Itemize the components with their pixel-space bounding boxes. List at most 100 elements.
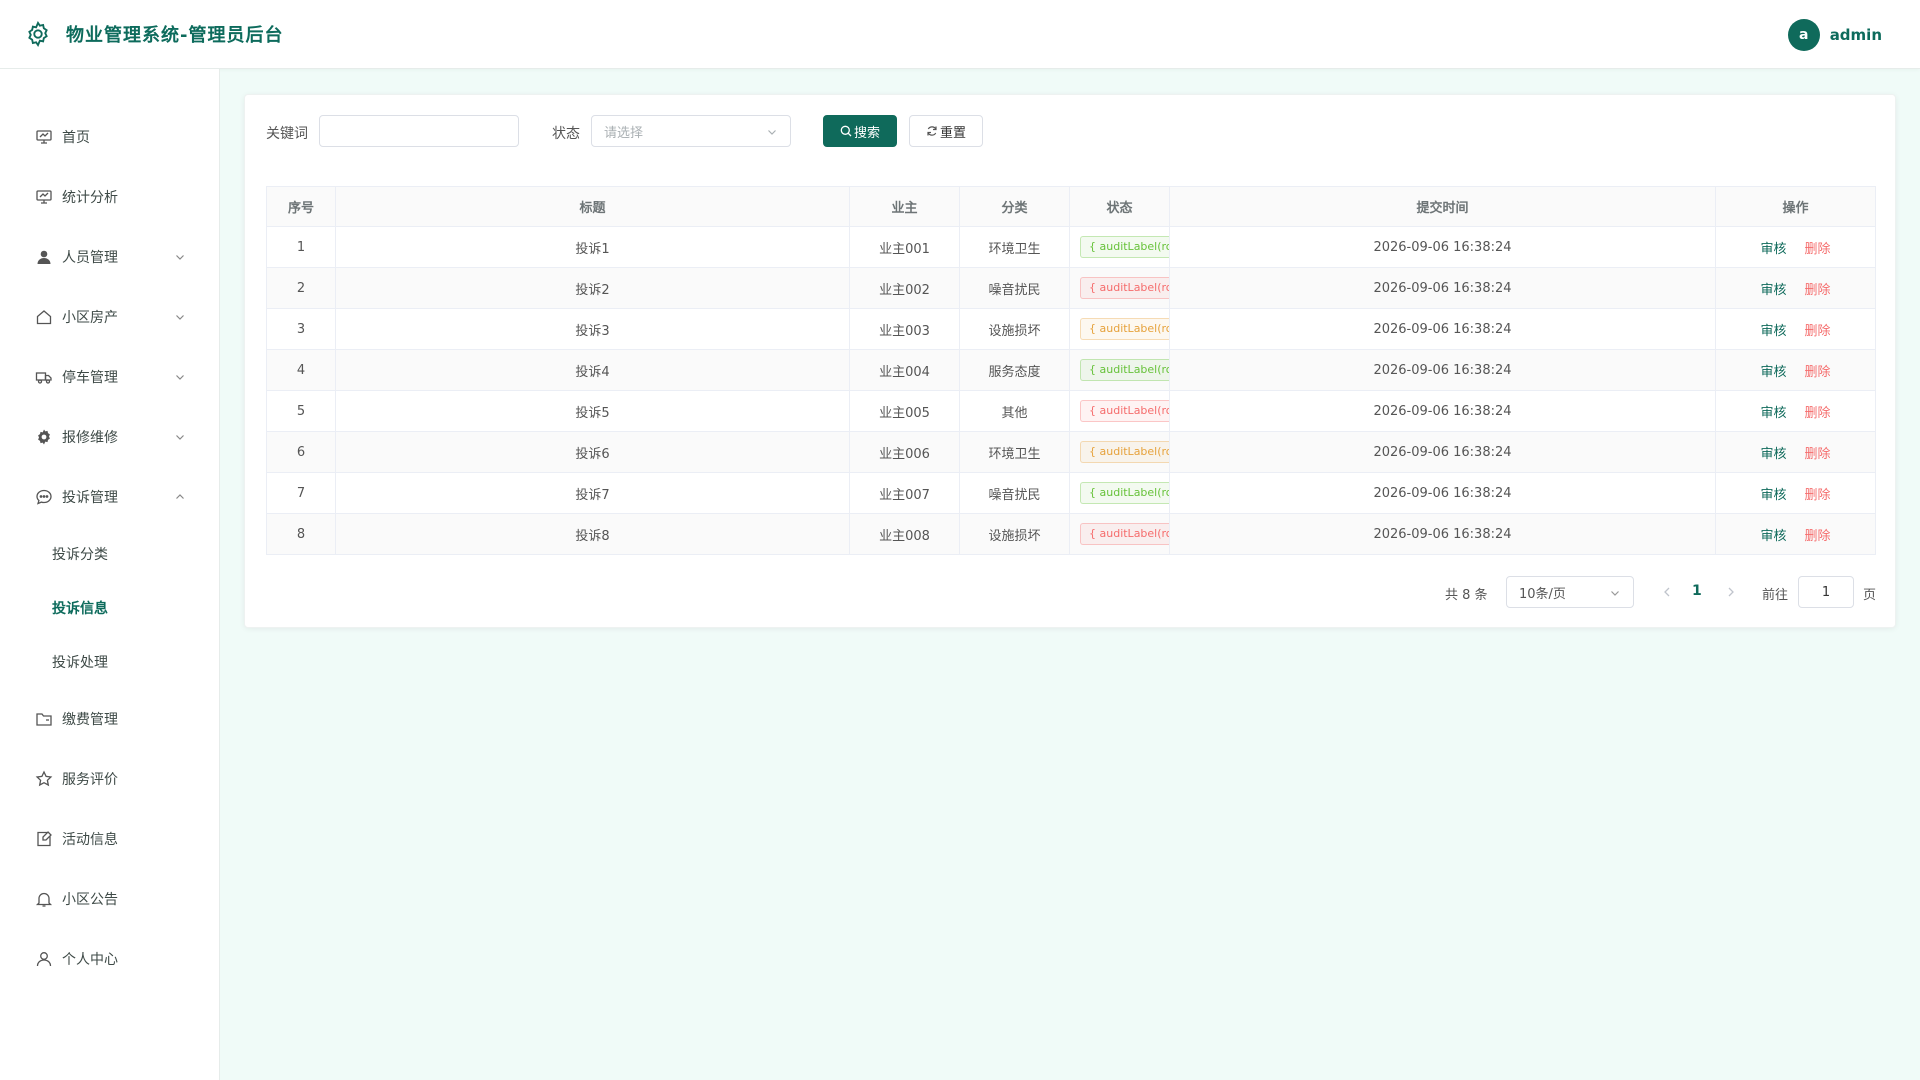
cell-status: { auditLabel(row [1069, 472, 1170, 514]
cell-status: { auditLabel(row [1069, 226, 1170, 268]
sidebar-item-notice[interactable]: 小区公告 [0, 879, 219, 919]
search-button-label: 搜索 [853, 125, 880, 141]
audit-button[interactable]: 审核 [1760, 283, 1786, 298]
sidebar-item-complaint[interactable]: 投诉管理 [0, 477, 219, 517]
refresh-icon [927, 126, 937, 136]
goto-page-input[interactable] [1798, 576, 1854, 608]
user-icon [37, 250, 51, 264]
sidebar-item-rating[interactable]: 服务评价 [0, 759, 219, 799]
status-tag: { auditLabel(row [1080, 277, 1169, 299]
chart-icon [36, 190, 52, 204]
cell-time: 2026-09-06 16:38:24 [1169, 472, 1716, 514]
table-row: 5投诉5业主005其他 { auditLabel(row2026-09-06 16… [266, 390, 1876, 432]
table-row: 3投诉3业主003设施损坏 { auditLabel(row2026-09-06 … [266, 308, 1876, 350]
column-header-time: 提交时间 [1169, 186, 1716, 227]
sidebar-subitem-complaint-category[interactable]: 投诉分类 [0, 534, 219, 574]
cell-status: { auditLabel(row [1069, 513, 1170, 555]
cell-title: 投诉6 [335, 431, 850, 473]
cell-actions: 审核 删除 [1715, 431, 1876, 473]
sidebar-item-parking[interactable]: 停车管理 [0, 357, 219, 397]
audit-button[interactable]: 审核 [1760, 365, 1786, 380]
folder-icon [36, 713, 52, 726]
chevron-down-icon [176, 315, 184, 320]
cell-title: 投诉5 [335, 390, 850, 432]
cell-category: 设施损坏 [959, 513, 1070, 555]
sidebar-item-profile[interactable]: 个人中心 [0, 939, 219, 979]
bell-icon [35, 892, 53, 907]
cell-owner: 业主005 [849, 390, 960, 432]
sidebar-item-payment[interactable]: 缴费管理 [0, 699, 219, 739]
sidebar-item-property[interactable]: 小区房产 [0, 297, 219, 337]
audit-button[interactable]: 审核 [1760, 488, 1786, 503]
status-select-placeholder: 请选择 [604, 125, 644, 141]
search-button[interactable]: 搜索 [823, 115, 897, 147]
chevron-down-icon [768, 130, 776, 135]
sidebar-item-label: 人员管理 [62, 250, 118, 266]
sidebar-item-label: 缴费管理 [62, 712, 118, 728]
cell-time: 2026-09-06 16:38:24 [1169, 431, 1716, 473]
delete-button[interactable]: 删除 [1805, 365, 1831, 380]
user-menu[interactable]: a admin [1787, 19, 1882, 51]
sidebar-subitem-label: 投诉分类 [52, 547, 108, 563]
delete-button[interactable]: 删除 [1805, 324, 1831, 339]
cell-status: { auditLabel(row [1069, 267, 1170, 309]
cell-no: 3 [266, 308, 336, 350]
reset-button-label: 重置 [939, 125, 966, 141]
cell-category: 其他 [959, 390, 1070, 432]
delete-button[interactable]: 删除 [1805, 447, 1831, 462]
delete-button[interactable]: 删除 [1805, 529, 1831, 544]
sidebar-item-label: 投诉管理 [62, 490, 118, 506]
reset-button[interactable]: 重置 [909, 115, 983, 147]
prev-page-button[interactable] [1658, 583, 1676, 601]
person-icon [36, 952, 52, 967]
cell-actions: 审核 删除 [1715, 267, 1876, 309]
cell-owner: 业主001 [849, 226, 960, 268]
cell-owner: 业主006 [849, 431, 960, 473]
column-header-category: 分类 [959, 186, 1070, 227]
table-row: 6投诉6业主006环境卫生 { auditLabel(row2026-09-06 … [266, 431, 1876, 473]
cell-actions: 审核 删除 [1715, 390, 1876, 432]
delete-button[interactable]: 删除 [1805, 242, 1831, 257]
cell-category: 环境卫生 [959, 431, 1070, 473]
cell-owner: 业主007 [849, 472, 960, 514]
sidebar-subitem-label: 投诉信息 [52, 601, 108, 617]
table-body: 1投诉1业主001环境卫生{ auditLabel(row2026-09-06 … [266, 226, 1876, 555]
audit-button[interactable]: 审核 [1760, 406, 1786, 421]
cell-status: { auditLabel(row [1069, 431, 1170, 473]
page-size-select[interactable]: 10条/页 [1506, 576, 1634, 608]
cell-no: 5 [266, 390, 336, 432]
delete-button[interactable]: 删除 [1805, 488, 1831, 503]
audit-button[interactable]: 审核 [1760, 447, 1786, 462]
sidebar-item-activity[interactable]: 活动信息 [0, 819, 219, 859]
audit-button[interactable]: 审核 [1760, 529, 1786, 544]
sidebar-item-repair[interactable]: 报修维修 [0, 417, 219, 457]
sidebar-item-personnel[interactable]: 人员管理 [0, 237, 219, 277]
table-header-row: 序号 标题 业主 分类 状态 提交时间 操作 [266, 186, 1876, 227]
sidebar-item-label: 活动信息 [62, 832, 118, 848]
cell-no: 8 [266, 513, 336, 555]
audit-button[interactable]: 审核 [1760, 324, 1786, 339]
audit-button[interactable]: 审核 [1760, 242, 1786, 257]
status-select[interactable]: 请选择 [591, 115, 791, 147]
sidebar-subitem-complaint-handle[interactable]: 投诉处理 [0, 642, 219, 682]
cell-title: 投诉8 [335, 513, 850, 555]
delete-button[interactable]: 删除 [1805, 283, 1831, 298]
sidebar-subitem-complaint-info[interactable]: 投诉信息 [0, 588, 219, 628]
page-number-current[interactable]: 1 [1692, 583, 1702, 599]
top-header: 物业管理系统-管理员后台 a admin [0, 0, 1920, 69]
delete-button[interactable]: 删除 [1805, 406, 1831, 421]
next-page-button[interactable] [1722, 583, 1740, 601]
cell-time: 2026-09-06 16:38:24 [1169, 308, 1716, 350]
user-name[interactable]: admin [1830, 26, 1882, 44]
cell-category: 噪音扰民 [959, 267, 1070, 309]
sidebar-item-stats[interactable]: 统计分析 [0, 177, 219, 217]
gear-icon [38, 429, 50, 445]
sidebar-item-home[interactable]: 首页 [0, 117, 219, 157]
cell-no: 4 [266, 349, 336, 391]
cell-owner: 业主002 [849, 267, 960, 309]
cell-actions: 审核 删除 [1715, 226, 1876, 268]
app-title: 物业管理系统-管理员后台 [66, 25, 284, 46]
avatar[interactable]: a [1787, 19, 1820, 51]
sidebar-subitem-label: 投诉处理 [52, 655, 108, 671]
keyword-input[interactable] [319, 115, 519, 147]
